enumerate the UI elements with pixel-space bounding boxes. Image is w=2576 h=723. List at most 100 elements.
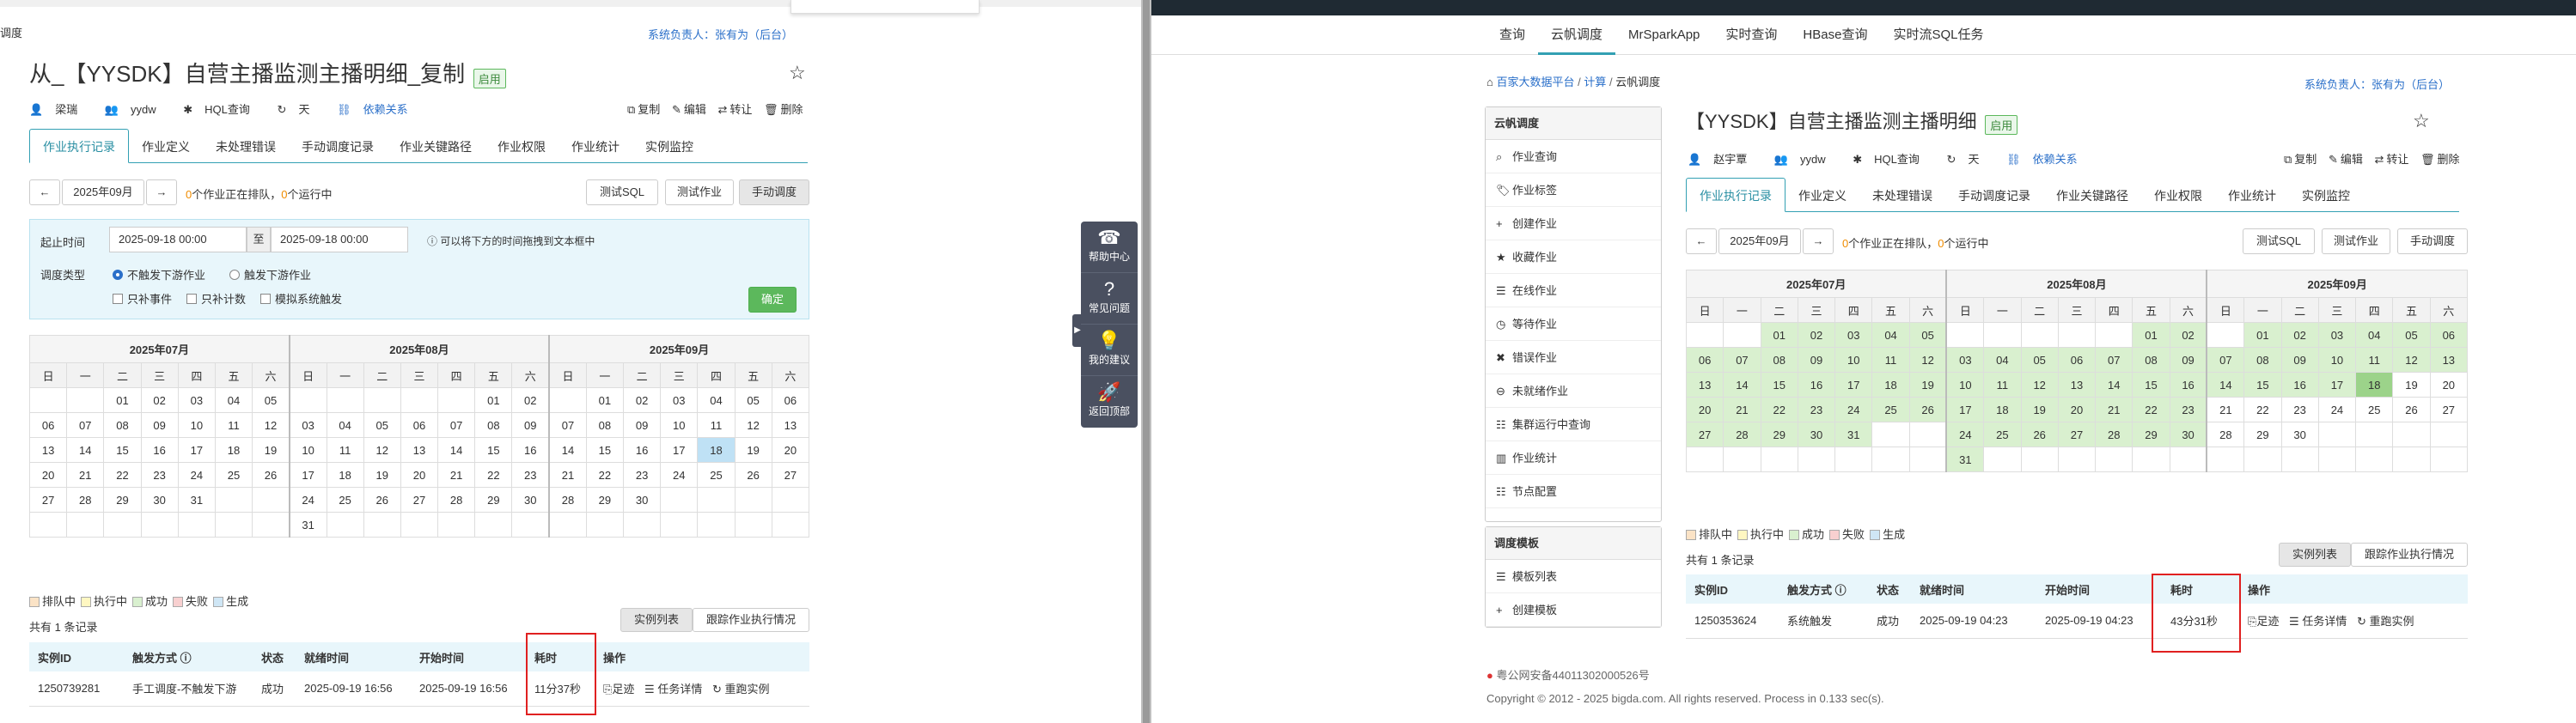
tab-5[interactable]: 作业权限 [485,130,559,164]
calendar-day[interactable]: 15 [474,437,513,463]
calendar-day[interactable]: 27 [400,487,439,513]
calendar-day[interactable]: 22 [2243,397,2282,422]
calendar-day[interactable]: 27 [1685,422,1724,447]
calendar-day[interactable]: 23 [622,462,662,488]
calendar-day[interactable]: 18 [2355,372,2394,398]
calendar-day[interactable]: 11 [214,412,253,438]
calendar-day[interactable]: 25 [1871,397,1910,422]
calendar-day[interactable]: 18 [697,437,736,463]
footprint-link[interactable]: ⎘足迹 [2248,615,2279,628]
calendar-day[interactable]: 08 [103,412,142,438]
sidebar-item-5[interactable]: ◷ 等待作业 [1486,307,1661,341]
sidebar-item-8[interactable]: ☷ 集群运行中查询 [1486,408,1661,441]
calendar-day[interactable]: 09 [511,412,550,438]
calendar-day[interactable]: 14 [437,437,476,463]
calendar-day[interactable]: 22 [2132,397,2170,422]
calendar-day[interactable]: 26 [2392,397,2431,422]
calendar-day[interactable]: 20 [771,437,810,463]
calendar-day[interactable]: 14 [2095,372,2133,398]
calendar-day[interactable]: 20 [2429,372,2469,398]
tab-0[interactable]: 作业执行记录 [1686,178,1785,212]
calendar-day[interactable]: 12 [1908,347,1947,373]
calendar-day[interactable]: 10 [177,412,216,438]
calendar-day[interactable]: 26 [252,462,290,488]
footprint-link[interactable]: ⎘足迹 [603,683,634,696]
calendar-day[interactable]: 12 [734,412,772,438]
calendar-day[interactable]: 02 [622,387,662,413]
calendar-day[interactable]: 26 [2020,422,2059,447]
rerun-link[interactable]: ↻ 重跑实例 [712,683,770,696]
tab-7[interactable]: 实例监控 [632,130,706,164]
calendar-day[interactable]: 15 [2243,372,2282,398]
calendar-day[interactable]: 02 [511,387,550,413]
faq-button[interactable]: ? 常见问题 [1081,273,1138,325]
calendar-day[interactable]: 28 [1723,422,1761,447]
suggestion-button[interactable]: 💡 我的建议 [1081,325,1138,376]
calendar-day[interactable]: 27 [28,487,68,513]
prev-month-button[interactable]: ← [29,179,60,205]
calendar-day[interactable]: 22 [585,462,625,488]
calendar-day[interactable]: 22 [103,462,142,488]
calendar-day[interactable]: 21 [2095,397,2133,422]
calendar-day[interactable]: 15 [2132,372,2170,398]
calendar-day[interactable]: 30 [622,487,662,513]
calendar-day[interactable]: 19 [363,462,401,488]
transfer-button[interactable]: ⇄ 转让 [2374,153,2408,166]
calendar-day[interactable]: 26 [363,487,401,513]
calendar-day[interactable]: 30 [1797,422,1836,447]
calendar-day[interactable]: 21 [2206,397,2245,422]
calendar-day[interactable]: 19 [2020,397,2059,422]
tab-0[interactable]: 作业执行记录 [29,129,129,163]
nav-item-4[interactable]: HBase查询 [1790,15,1880,55]
calendar-day[interactable]: 30 [2169,422,2207,447]
calendar-day[interactable]: 08 [585,412,625,438]
calendar-day[interactable]: 17 [177,437,216,463]
prev-month-button[interactable]: ← [1686,228,1717,254]
sidebar-item-2[interactable]: + 创建作业 [1486,207,1661,240]
checkbox-events-only[interactable]: 只补事件 [113,290,172,307]
calendar-day[interactable]: 25 [697,462,736,488]
calendar-day[interactable]: 24 [1834,397,1873,422]
calendar-day[interactable]: 10 [660,412,699,438]
calendar-day[interactable]: 27 [2429,397,2469,422]
calendar-day[interactable]: 07 [2095,347,2133,373]
calendar-day[interactable]: 24 [660,462,699,488]
sidebar-item-10[interactable]: ☷ 节点配置 [1486,475,1661,508]
test-sql-button[interactable]: 测试SQL [586,179,658,205]
rerun-link[interactable]: ↻ 重跑实例 [2357,615,2414,628]
calendar-day[interactable]: 13 [400,437,439,463]
tab-7[interactable]: 实例监控 [2289,179,2363,213]
calendar-day[interactable]: 03 [1834,322,1873,348]
calendar-day[interactable]: 18 [214,437,253,463]
calendar-day[interactable]: 13 [28,437,68,463]
calendar-day[interactable]: 05 [1908,322,1947,348]
calendar-day[interactable]: 20 [2057,397,2097,422]
calendar-day[interactable]: 28 [437,487,476,513]
tab-2[interactable]: 未处理错误 [203,130,289,164]
calendar-day[interactable]: 10 [288,437,327,463]
tab-3[interactable]: 手动调度记录 [1945,179,2043,213]
calendar-day[interactable]: 16 [622,437,662,463]
calendar-day[interactable]: 14 [548,437,587,463]
calendar-day[interactable]: 25 [2355,397,2394,422]
calendar-day[interactable]: 11 [2355,347,2394,373]
trace-job-button[interactable]: 跟踪作业执行情况 [693,608,809,632]
calendar-day[interactable]: 15 [1760,372,1798,398]
calendar-day[interactable]: 19 [252,437,290,463]
tab-4[interactable]: 作业关键路径 [2043,179,2141,213]
radio-trigger[interactable]: 触发下游作业 [229,266,311,283]
calendar-day[interactable]: 12 [363,437,401,463]
calendar-day[interactable]: 03 [288,412,327,438]
next-month-button[interactable]: → [146,179,177,205]
calendar-day[interactable]: 22 [474,462,513,488]
task-detail-link[interactable]: ☰ 任务详情 [644,683,702,696]
calendar-day[interactable]: 01 [103,387,142,413]
calendar-day[interactable]: 24 [1945,422,1985,447]
instance-list-button[interactable]: 实例列表 [620,608,693,632]
calendar-day[interactable]: 31 [1834,422,1873,447]
calendar-day[interactable]: 05 [252,387,290,413]
dependency-link[interactable]: ⛓ 依赖关系 [337,103,420,116]
calendar-day[interactable]: 08 [474,412,513,438]
tab-6[interactable]: 作业统计 [559,130,632,164]
breadcrumb-compute[interactable]: 计算 [1584,76,1606,88]
